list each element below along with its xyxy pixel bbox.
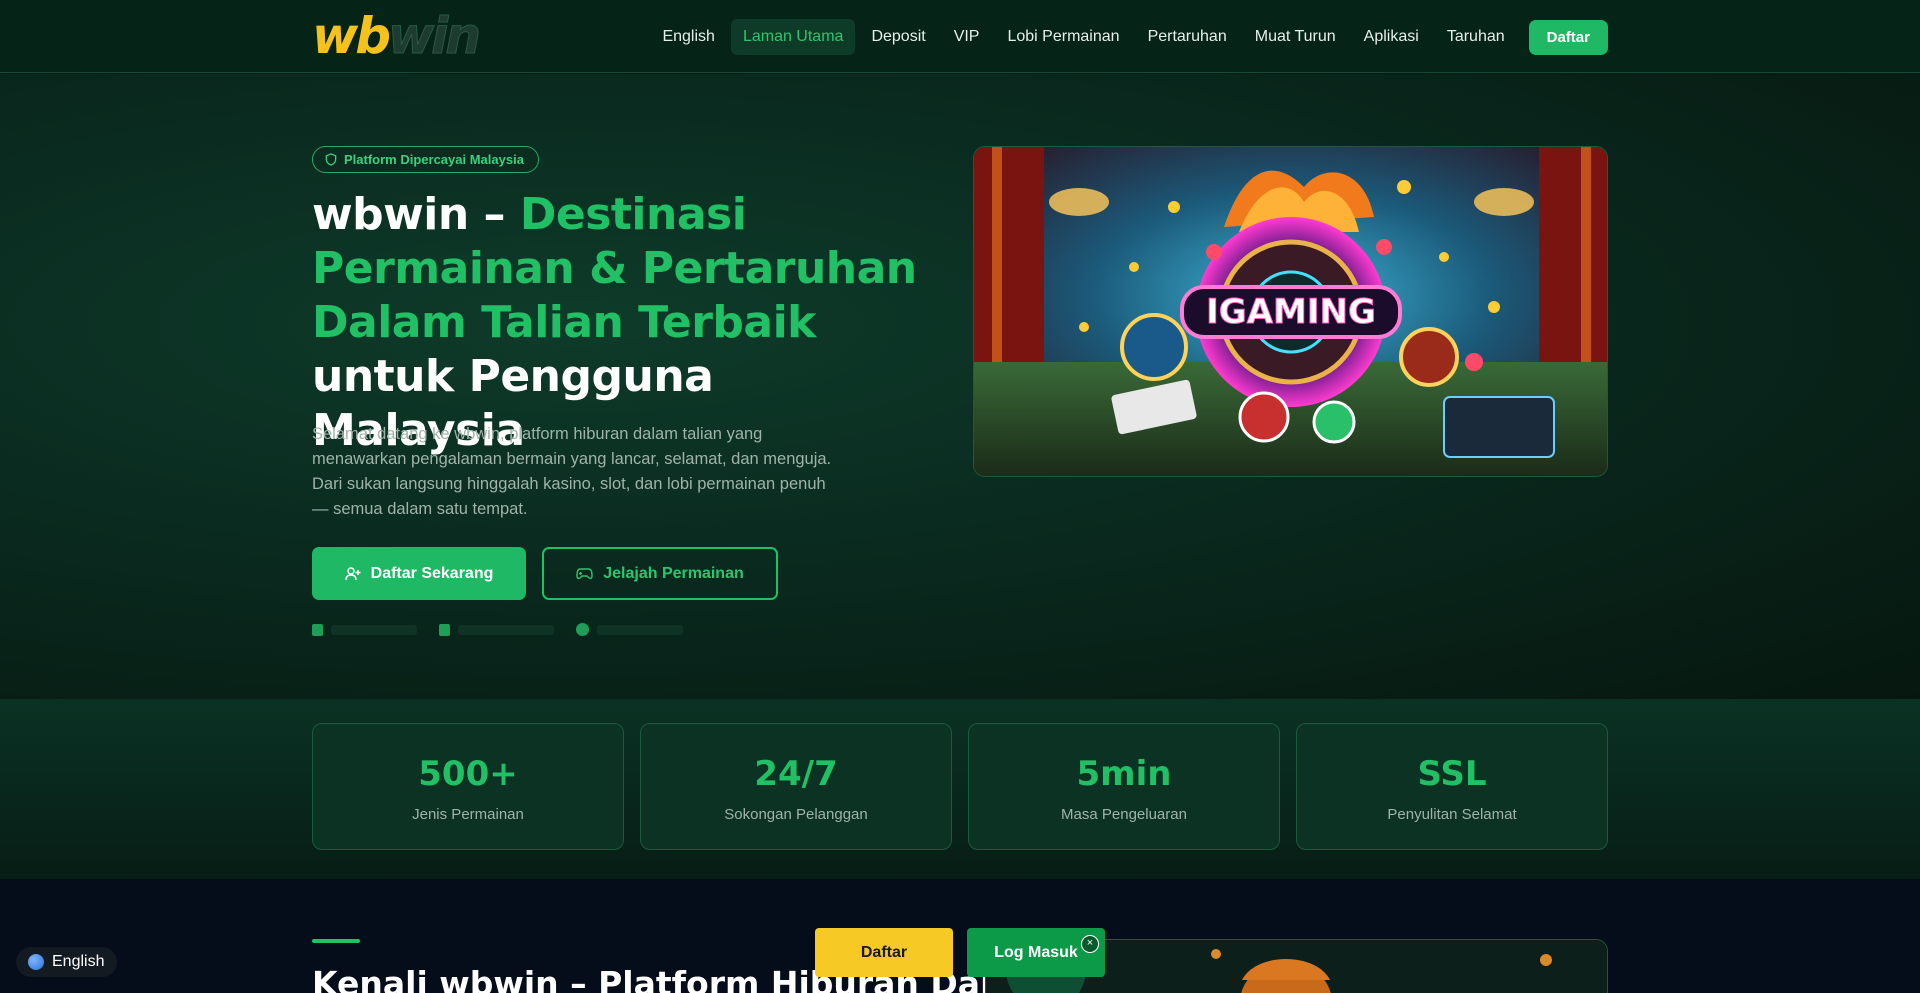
stats-section: 500+ Jenis Permainan 24/7 Sokongan Pelan… [0,699,1920,879]
register-now-label: Daftar Sekarang [370,564,494,582]
floating-register-button[interactable]: Daftar [815,928,953,977]
register-button[interactable]: Daftar [1528,19,1608,55]
site-header: wbwin English Laman Utama Deposit VIP Lo… [0,0,1920,73]
stat-card: SSL Penyulitan Selamat [1296,723,1608,850]
badge-label: Platform Dipercayai Malaysia [344,152,524,167]
logo-win: win [387,7,481,65]
nav-item-taruhan[interactable]: Taruhan [1435,19,1517,55]
stat-label: Masa Pengeluaran [1061,806,1187,823]
shield-icon [325,153,337,166]
globe-icon [28,954,44,970]
trust-item [576,623,683,636]
image-logo-text: IGAMING [1206,292,1376,332]
close-icon[interactable]: × [1081,935,1099,953]
mobile-icon [439,623,450,636]
stat-label: Penyulitan Selamat [1387,806,1517,823]
stat-value: SSL [1417,754,1487,794]
stat-value: 24/7 [754,754,838,794]
nav-item-aplikasi[interactable]: Aplikasi [1352,19,1431,55]
clock-icon [576,623,589,636]
nav-item-lobi-permainan[interactable]: Lobi Permainan [995,19,1131,55]
hero-title: wbwin – Destinasi Permainan & Pertaruhan… [312,188,932,458]
stat-card: 500+ Jenis Permainan [312,723,624,850]
trust-badge: Platform Dipercayai Malaysia [312,146,539,173]
title-part-1: wbwin – [312,189,520,240]
hero-description: Selamat datang ke wbwin, platform hibura… [312,425,832,518]
lock-icon [312,623,323,636]
stat-value: 500+ [418,754,518,794]
trust-indicators [312,623,683,636]
main-nav: English Laman Utama Deposit VIP Lobi Per… [646,19,1608,55]
register-now-button[interactable]: Daftar Sekarang [312,547,526,600]
section-accent-line [312,939,360,943]
nav-item-muat-turun[interactable]: Muat Turun [1243,19,1348,55]
language-switcher[interactable]: English [16,947,118,977]
casino-illustration: IGAMING [974,147,1607,476]
stat-card: 5min Masa Pengeluaran [968,723,1280,850]
user-plus-icon [344,566,361,580]
logo-wb: wb [312,7,391,65]
gamepad-icon [576,567,593,579]
about-section: Kenali wbwin – Platform Hiburan Dalam [0,879,1920,993]
site-logo[interactable]: wbwin [312,7,481,65]
hero-image: IGAMING [973,146,1608,477]
trust-item [312,623,417,636]
nav-item-pertaruhan[interactable]: Pertaruhan [1136,19,1239,55]
nav-item-deposit[interactable]: Deposit [859,19,937,55]
explore-games-label: Jelajah Permainan [603,564,744,582]
nav-item-english[interactable]: English [650,19,726,55]
hero-section: Platform Dipercayai Malaysia wbwin – Des… [0,74,1920,699]
stat-label: Sokongan Pelanggan [724,806,868,823]
language-label: English [52,953,105,970]
nav-item-vip[interactable]: VIP [942,19,992,55]
explore-games-button[interactable]: Jelajah Permainan [542,547,778,600]
nav-item-laman-utama[interactable]: Laman Utama [730,19,856,55]
stat-label: Jenis Permainan [412,806,524,823]
stat-value: 5min [1076,754,1172,794]
trust-item [439,623,554,636]
stat-card: 24/7 Sokongan Pelanggan [640,723,952,850]
